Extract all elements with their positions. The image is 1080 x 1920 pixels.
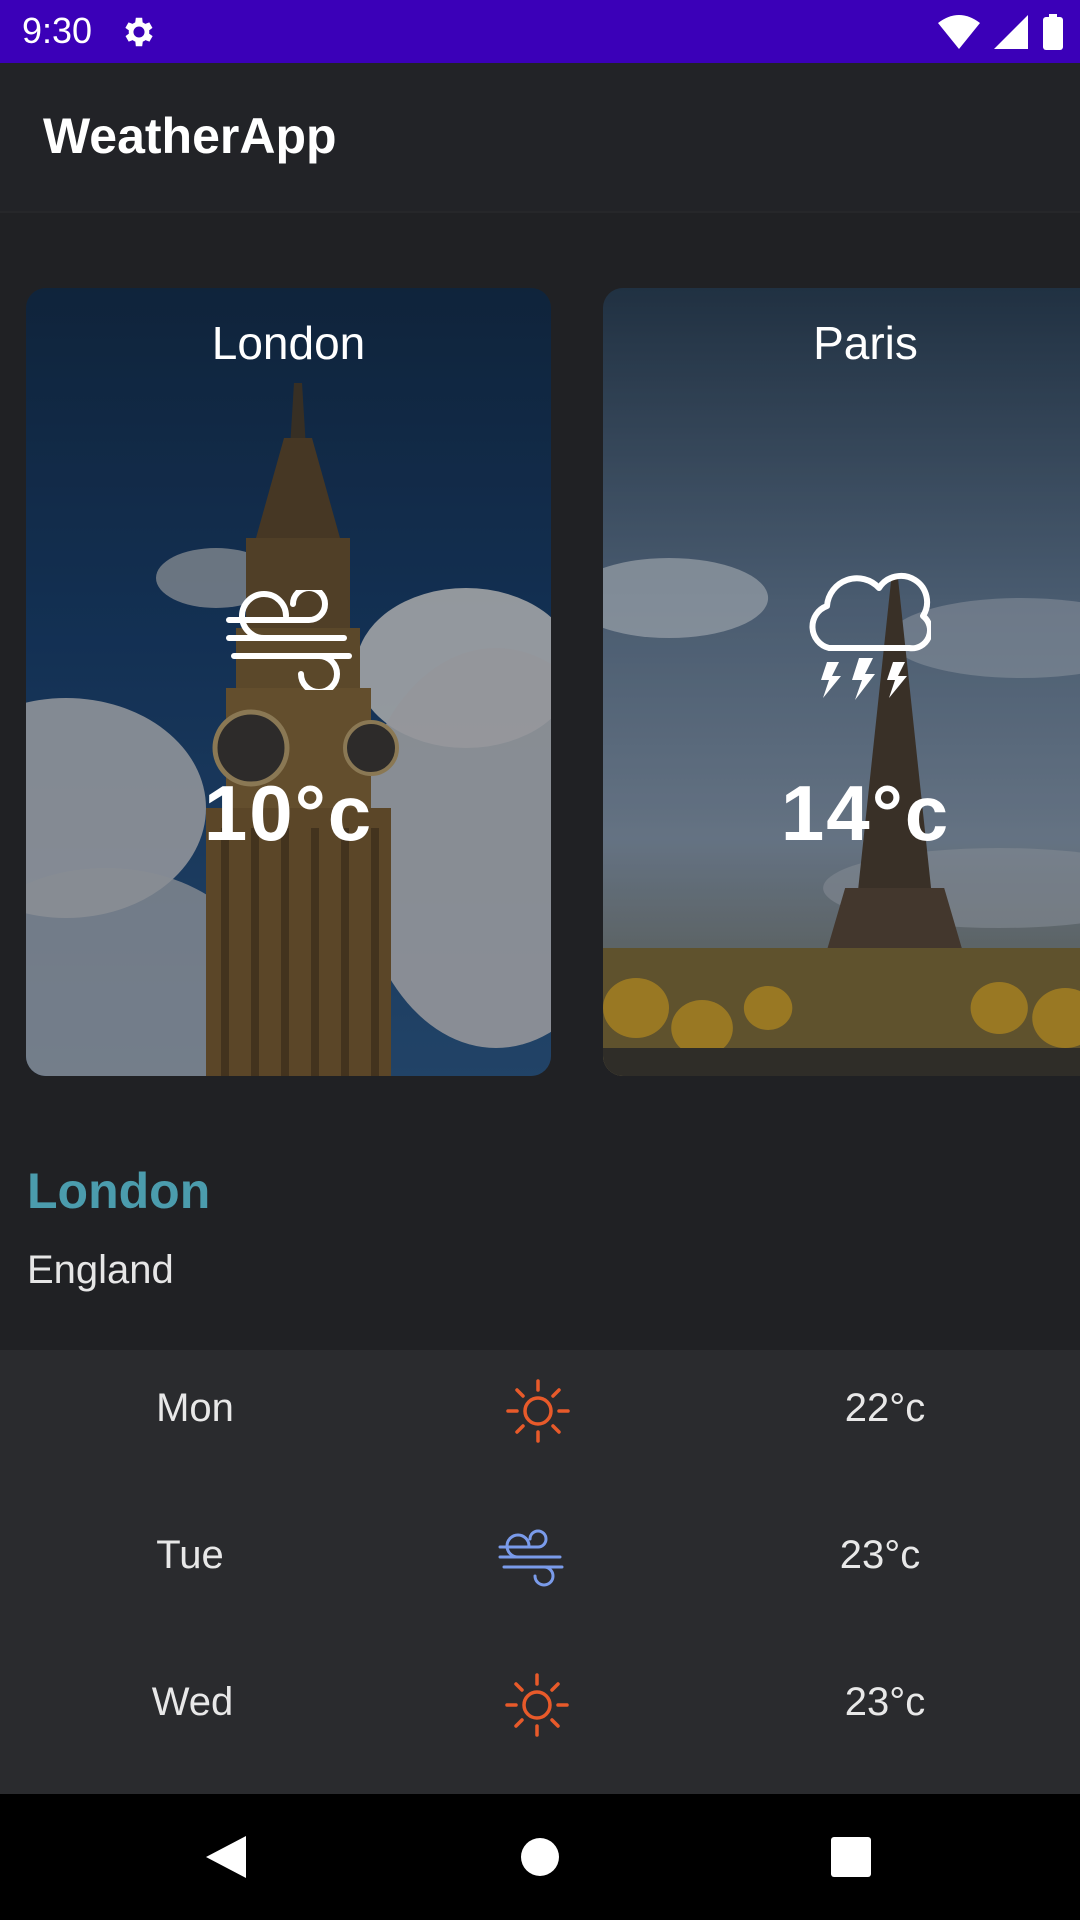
forecast-temperature: 22°c (844, 1386, 926, 1430)
forecast-day: Mon (156, 1386, 234, 1430)
city-card-london[interactable]: London 10°c (26, 288, 551, 1076)
forecast-row: Mon 22°c (0, 1350, 1080, 1460)
forecast-list: Mon 22°c Tue 23°c Wed 23°c (0, 1350, 1080, 1794)
forecast-day: Tue (156, 1533, 224, 1577)
forecast-temperature: 23°c (844, 1680, 926, 1724)
back-icon[interactable] (198, 1830, 252, 1884)
selected-country-name: England (27, 1248, 174, 1292)
settings-gear-icon (125, 17, 153, 47)
system-navigation-bar (0, 1794, 1080, 1920)
wifi-icon (938, 15, 980, 49)
status-time: 9:30 (22, 10, 93, 51)
forecast-temperature: 23°c (839, 1533, 921, 1577)
home-icon[interactable] (513, 1830, 567, 1884)
thunderstorm-icon (809, 572, 931, 700)
forecast-day: Wed (151, 1680, 234, 1724)
wind-icon (498, 1529, 564, 1587)
sun-icon (505, 1673, 569, 1737)
cell-signal-icon (994, 15, 1028, 49)
selected-city-name: London (27, 1163, 211, 1219)
city-carousel[interactable]: London 10°c Paris 14°c (0, 288, 1080, 1076)
recents-icon[interactable] (824, 1830, 878, 1884)
forecast-row: Tue 23°c (0, 1497, 1080, 1607)
card-city-name: London (211, 317, 366, 369)
forecast-row: Wed 23°c (0, 1644, 1080, 1754)
app-bar: WeatherApp (0, 63, 1080, 213)
app-title: WeatherApp (43, 108, 337, 164)
status-bar: 9:30 (0, 0, 1080, 63)
card-city-name: Paris (813, 317, 918, 369)
sun-icon (506, 1379, 570, 1443)
city-card-paris[interactable]: Paris 14°c (603, 288, 1080, 1076)
card-temperature: 10°c (203, 769, 374, 857)
wind-icon (225, 590, 352, 690)
battery-icon (1043, 14, 1063, 50)
card-temperature: 14°c (780, 769, 951, 857)
